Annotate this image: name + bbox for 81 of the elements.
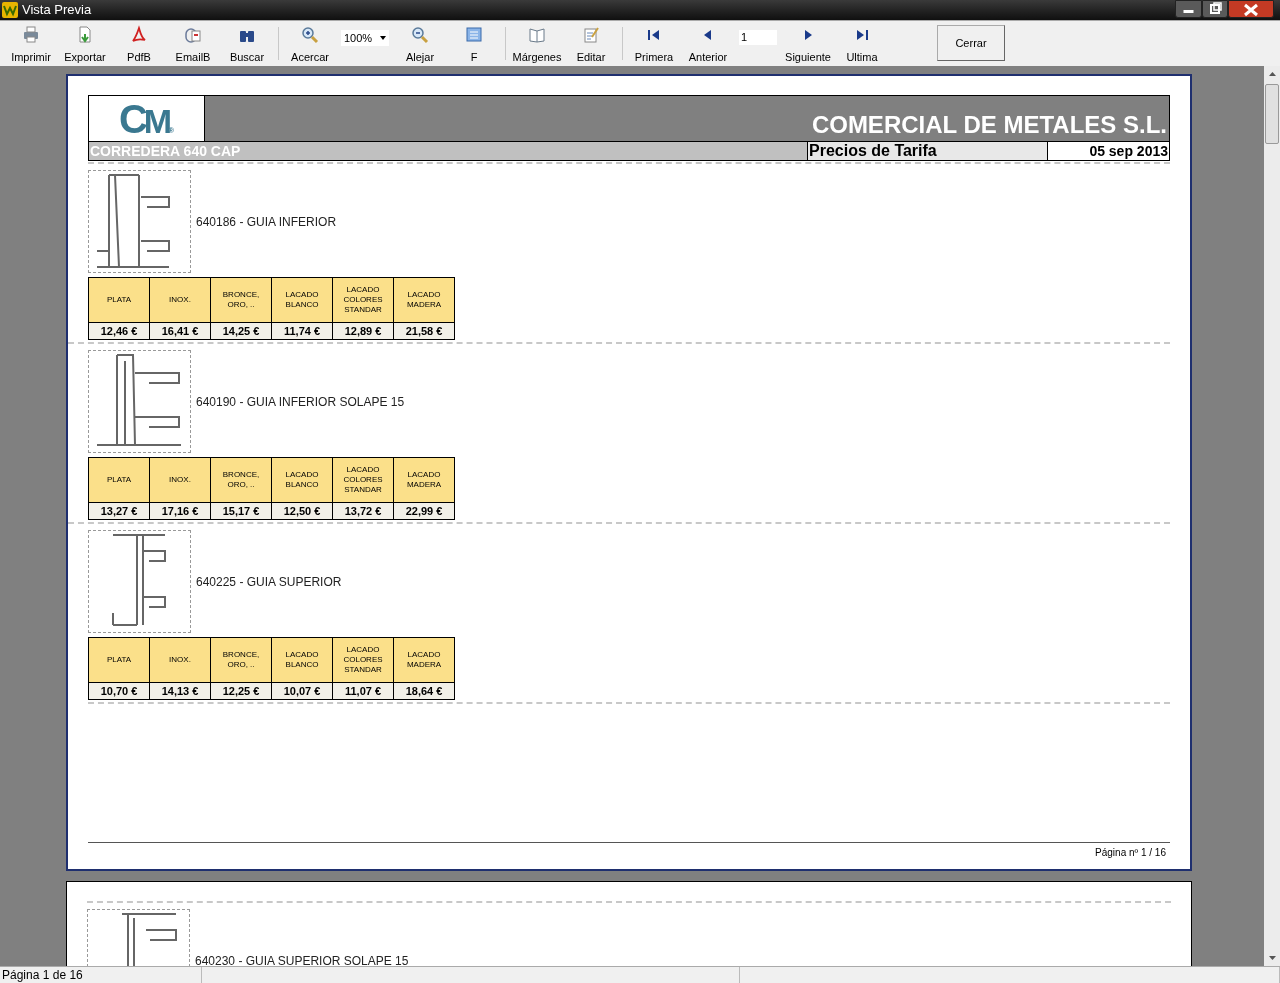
column-header: LACADO BLANCO xyxy=(272,638,333,683)
column-header: INOX. xyxy=(150,458,211,503)
column-header: LACADO MADERA xyxy=(394,278,455,323)
price-cell: 16,41 € xyxy=(150,323,211,340)
toolbar-button[interactable]: Exportar xyxy=(58,21,112,66)
price-cell: 14,25 € xyxy=(211,323,272,340)
page-icon xyxy=(464,25,484,45)
column-header: LACADO COLORES STANDAR xyxy=(333,458,394,503)
price-cell: 11,74 € xyxy=(272,323,333,340)
app-icon xyxy=(2,2,18,18)
price-cell: 12,46 € xyxy=(89,323,150,340)
window-title: Vista Previa xyxy=(22,1,92,20)
price-cell: 12,89 € xyxy=(333,323,394,340)
toolbar-button[interactable]: F xyxy=(447,21,501,66)
minimize-button[interactable] xyxy=(1175,0,1202,18)
report-date: 05 sep 2013 xyxy=(1047,142,1169,160)
price-cell: 13,72 € xyxy=(333,503,394,520)
book-icon xyxy=(527,25,547,45)
column-header: PLATA xyxy=(89,458,150,503)
toolbar-button[interactable]: Editar xyxy=(564,21,618,66)
report-title: Precios de Tarifa xyxy=(807,142,1047,160)
series-title: CORREDERA 640 CAP xyxy=(89,142,807,160)
close-button[interactable] xyxy=(1228,0,1274,18)
price-cell: 15,17 € xyxy=(211,503,272,520)
zoom-select[interactable]: 100% xyxy=(341,30,389,46)
printer-icon xyxy=(21,25,41,45)
product-name: 640225 - GUIA SUPERIOR xyxy=(196,573,342,591)
page-footer: Página nº 1 / 16 xyxy=(92,845,1166,859)
caret-icon xyxy=(380,36,386,40)
zoom-out-icon xyxy=(410,25,430,45)
column-header: LACADO COLORES STANDAR xyxy=(333,278,394,323)
toolbar-button[interactable]: Buscar xyxy=(220,21,274,66)
scroll-thumb[interactable] xyxy=(1265,84,1279,144)
column-header: INOX. xyxy=(150,638,211,683)
price-cell: 10,07 € xyxy=(272,683,333,700)
price-cell: 10,70 € xyxy=(89,683,150,700)
toolbar-button[interactable]: Ultima xyxy=(835,21,889,66)
column-header: LACADO COLORES STANDAR xyxy=(333,638,394,683)
toolbar-button[interactable]: Márgenes xyxy=(510,21,564,66)
minimize-icon xyxy=(1183,10,1194,13)
column-header: LACADO MADERA xyxy=(394,458,455,503)
price-cell: 11,07 € xyxy=(333,683,394,700)
price-cell: 22,99 € xyxy=(394,503,455,520)
email-icon xyxy=(183,25,203,45)
price-cell: 12,25 € xyxy=(211,683,272,700)
price-cell: 12,50 € xyxy=(272,503,333,520)
restore-icon xyxy=(1210,2,1222,14)
toolbar-button[interactable]: Anterior xyxy=(681,21,735,66)
toolbar-button[interactable]: Primera xyxy=(627,21,681,66)
toolbar-button[interactable]: Acercar xyxy=(283,21,337,66)
toolbar-button[interactable]: Siguiente xyxy=(781,21,835,66)
column-header: LACADO MADERA xyxy=(394,638,455,683)
status-text: Página 1 de 16 xyxy=(0,967,202,983)
company-name: COMERCIAL DE METALES S.L. xyxy=(811,113,1167,137)
price-cell: 17,16 € xyxy=(150,503,211,520)
page-number-field[interactable]: 1 xyxy=(739,30,777,45)
toolbar-button[interactable]: Alejar xyxy=(393,21,447,66)
close-icon xyxy=(1243,3,1259,17)
product-name: 640230 - GUIA SUPERIOR SOLAPE 15 xyxy=(195,952,409,966)
column-header: BRONCE, ORO, .. xyxy=(211,638,272,683)
column-header: PLATA xyxy=(89,278,150,323)
toolbar-button[interactable]: EmailB xyxy=(166,21,220,66)
toolbar-button[interactable]: PdfB xyxy=(112,21,166,66)
zoom-in-icon xyxy=(300,25,320,45)
edit-icon xyxy=(581,25,601,45)
column-header: PLATA xyxy=(89,638,150,683)
column-header: BRONCE, ORO, .. xyxy=(211,458,272,503)
column-header: LACADO BLANCO xyxy=(272,278,333,323)
price-cell: 13,27 € xyxy=(89,503,150,520)
column-header: BRONCE, ORO, .. xyxy=(211,278,272,323)
column-header: LACADO BLANCO xyxy=(272,458,333,503)
product-name: 640190 - GUIA INFERIOR SOLAPE 15 xyxy=(196,393,405,411)
close-preview-button[interactable]: Cerrar xyxy=(937,25,1005,61)
toolbar-button[interactable]: Imprimir xyxy=(4,21,58,66)
restore-button[interactable] xyxy=(1202,0,1228,18)
column-header: INOX. xyxy=(150,278,211,323)
price-cell: 21,58 € xyxy=(394,323,455,340)
price-cell: 18,64 € xyxy=(394,683,455,700)
zoom-value: 100% xyxy=(344,30,373,46)
price-cell: 14,13 € xyxy=(150,683,211,700)
product-name: 640186 - GUIA INFERIOR xyxy=(196,213,337,231)
